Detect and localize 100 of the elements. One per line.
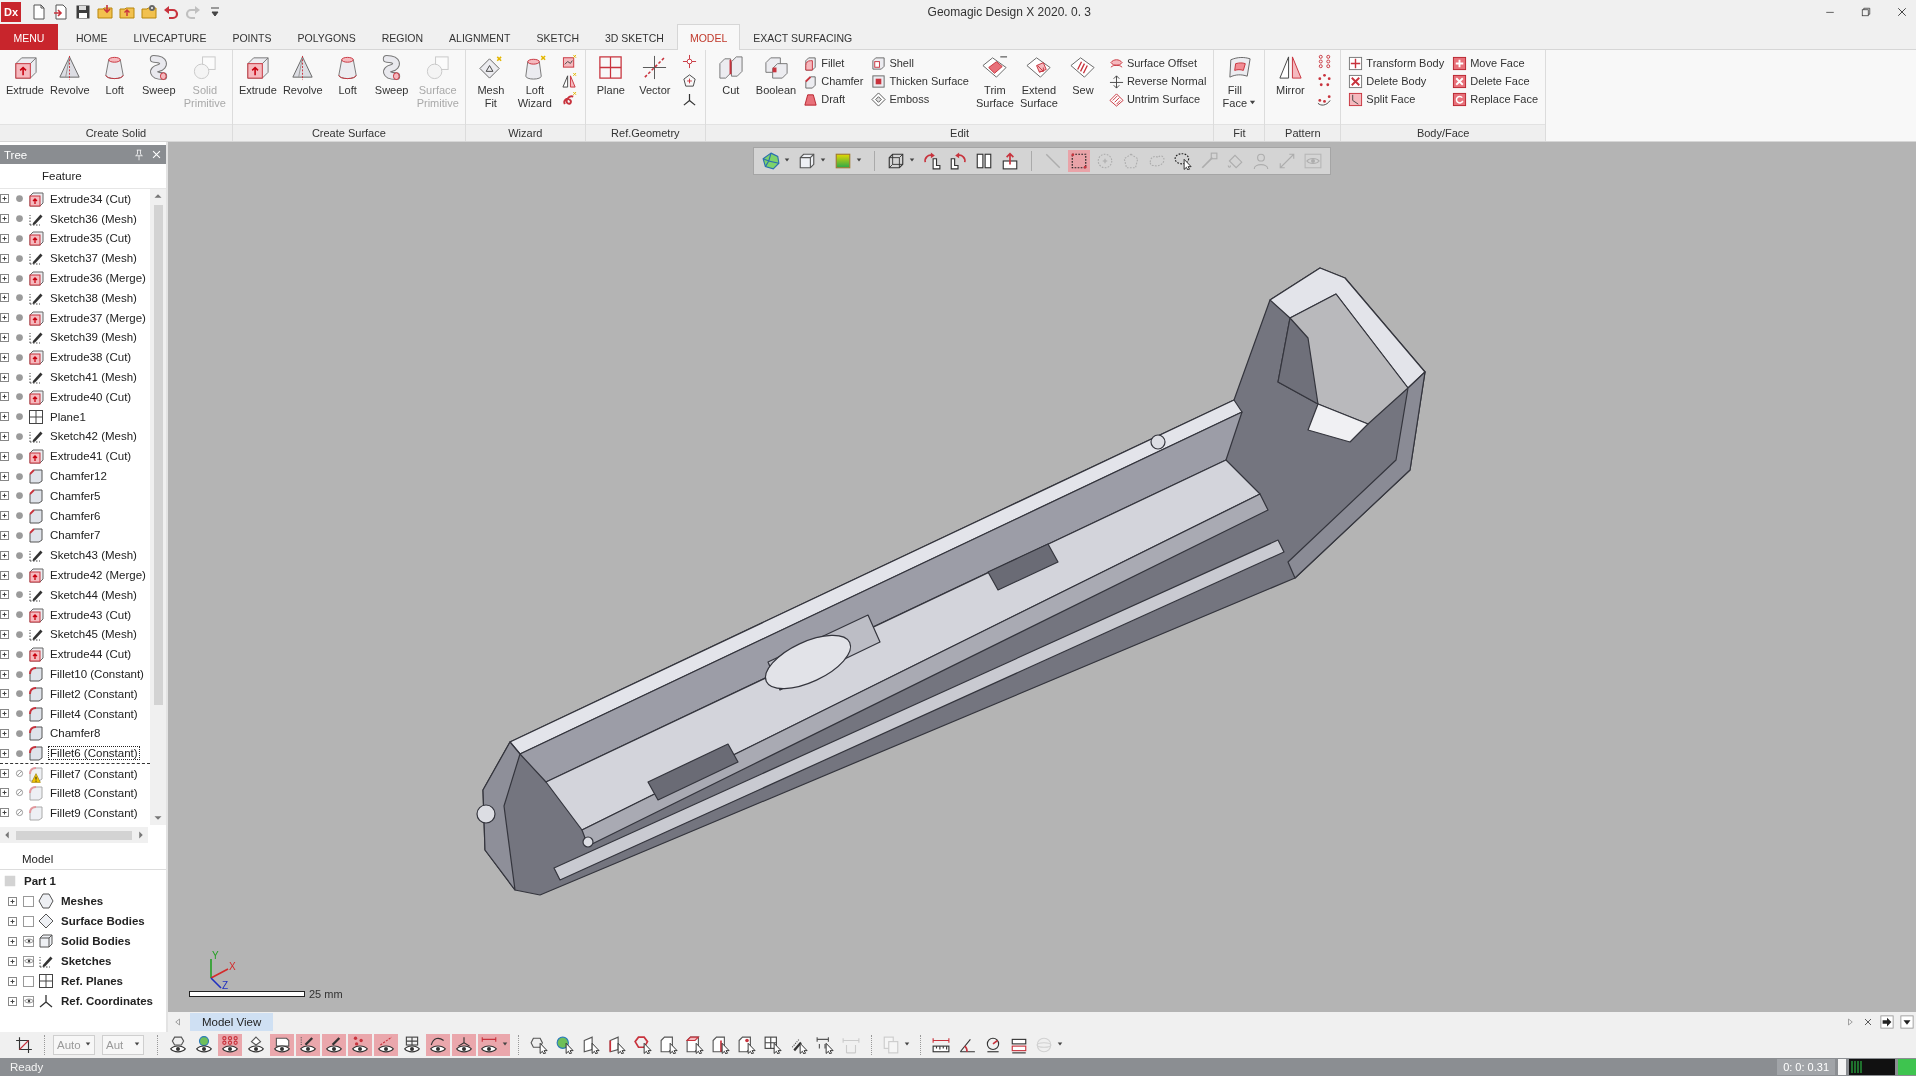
pentagon-icon[interactable] [681,73,697,88]
toolbar-button[interactable] [735,1034,759,1056]
expand-icon[interactable] [0,234,9,243]
expand-icon[interactable] [0,214,9,224]
ribbon-tab[interactable]: EXACT SURFACING [740,24,866,50]
ribbon-button[interactable]: Sweep [138,53,179,98]
ribbon-tab[interactable]: SKETCH [523,24,592,50]
tree-item[interactable]: Fillet2 (Constant) [48,686,140,701]
tree-item[interactable]: Chamfer7 [48,528,103,543]
tree-item[interactable]: Fillet6 (Constant) [48,746,140,761]
toolbar-button[interactable] [709,1034,733,1056]
dropdown-icon[interactable] [1900,1015,1914,1029]
tree-item[interactable]: Extrude41 (Cut) [48,449,134,464]
ribbon-button[interactable]: Boolean [754,53,798,98]
tree-item[interactable]: Sketch39 (Mesh) [48,330,139,345]
expand-icon[interactable] [0,788,9,798]
dots-ring-icon[interactable] [1317,73,1333,88]
expand-icon[interactable] [0,709,9,719]
arrow-box-icon[interactable] [1880,1015,1894,1029]
tree-item[interactable]: Fillet4 (Constant) [48,706,140,721]
toolbar-button[interactable] [452,1034,476,1056]
floppy-icon[interactable] [75,4,91,20]
ribbon-button[interactable]: Draft [801,90,866,108]
close-icon[interactable] [1862,1016,1874,1028]
ribbon-tab[interactable]: POINTS [219,24,285,50]
toolbar-button[interactable] [657,1034,681,1056]
toolbar-button[interactable] [683,1034,707,1056]
expand-icon[interactable] [0,491,9,501]
tree-item[interactable]: Meshes [61,895,104,907]
ribbon-button[interactable]: Shell [869,54,971,72]
ribbon-button[interactable]: Delete Body [1346,72,1447,90]
expand-icon[interactable] [0,253,9,263]
expand-icon[interactable] [0,590,9,600]
ribbon-tab[interactable]: ALIGNMENT [436,24,524,50]
tree-item[interactable]: Chamfer12 [48,469,109,484]
ribbon-tab[interactable]: LIVECAPTURE [120,24,220,50]
tree-item[interactable]: Extrude37 (Merge) [48,310,148,325]
visibility-checkbox[interactable] [23,895,34,907]
folder-arrow-icon[interactable] [97,4,113,20]
expand-icon[interactable] [0,412,9,422]
tree-item[interactable]: Extrude34 (Cut) [48,191,134,206]
tree-item[interactable]: Sketch37 (Mesh) [48,251,139,266]
ribbon-button[interactable]: Trim Surface [974,53,1015,110]
expand-icon[interactable] [0,550,9,560]
toolbar-button[interactable] [296,1034,320,1056]
toolbar-button[interactable] [426,1034,450,1056]
expand-icon[interactable] [0,194,9,204]
expand-icon[interactable] [0,808,9,818]
visibility-checkbox[interactable] [23,935,34,947]
ribbon-tab[interactable]: POLYGONS [284,24,369,50]
tree-item[interactable]: Extrude42 (Merge) [48,568,148,583]
expand-icon[interactable] [0,610,9,620]
tree-item[interactable]: Sketch41 (Mesh) [48,370,139,385]
ribbon-button[interactable]: Thicken Surface [869,72,971,90]
expand-icon[interactable] [0,352,9,362]
expand-icon[interactable] [0,728,9,738]
toolbar-button[interactable] [348,1034,372,1056]
ribbon-button[interactable]: Loft [94,53,135,98]
expand-icon[interactable] [8,996,17,1006]
ribbon-tab[interactable]: 3D SKETCH [591,24,677,50]
expand-icon[interactable] [8,976,17,986]
expand-icon[interactable] [0,629,9,639]
expand-icon[interactable] [0,313,9,323]
ribbon-button[interactable]: Extend Surface [1018,53,1059,110]
tree-item[interactable]: Sketches [61,955,112,967]
expand-icon[interactable] [0,649,9,659]
expand-icon[interactable] [0,471,9,481]
toolbar-button[interactable] [813,1034,837,1056]
tree-item[interactable]: Part 1 [24,875,56,887]
tree-item[interactable]: Sketch43 (Mesh) [48,548,139,563]
tree-item[interactable]: Chamfer5 [48,488,103,503]
tree-item[interactable]: Sketch45 (Mesh) [48,627,139,642]
ribbon-button[interactable]: Loft [327,53,368,98]
tree-item[interactable]: Solid Bodies [61,935,131,947]
tree-item[interactable]: Sketch38 (Mesh) [48,290,139,305]
ribbon-button[interactable]: Emboss [869,90,971,108]
tree-item[interactable]: Ref. Planes [61,975,123,987]
vertical-scrollbar[interactable] [150,189,166,825]
spiral-sparkle-icon[interactable] [561,92,577,107]
tree-item[interactable]: Surface Bodies [61,915,145,927]
toolbar-button[interactable] [374,1034,398,1056]
toolbar-button[interactable] [218,1034,242,1056]
expand-icon[interactable] [0,293,9,303]
expand-icon[interactable] [0,451,9,461]
toolbar-button[interactable] [1172,150,1194,172]
tree-item[interactable]: Extrude43 (Cut) [48,607,134,622]
ribbon-button[interactable]: Extrude [237,53,278,98]
ribbon-button[interactable]: Plane [590,53,631,98]
ribbon-button[interactable]: Fill Face [1219,53,1260,110]
expand-icon[interactable] [8,896,17,906]
ribbon-tab[interactable]: REGION [368,24,437,50]
tree-item[interactable]: Fillet9 (Constant) [48,805,140,820]
ribbon-button[interactable]: Loft Wizard [514,53,555,110]
point-cross-icon[interactable] [681,54,697,69]
ribbon-tab[interactable]: MODEL [676,24,741,50]
expand-icon[interactable] [8,956,17,966]
ribbon-button[interactable]: Revolve [49,53,91,98]
tree-item[interactable]: Extrude36 (Merge) [48,271,148,286]
folder-gear-icon[interactable] [141,4,157,20]
visibility-checkbox[interactable] [23,915,34,927]
